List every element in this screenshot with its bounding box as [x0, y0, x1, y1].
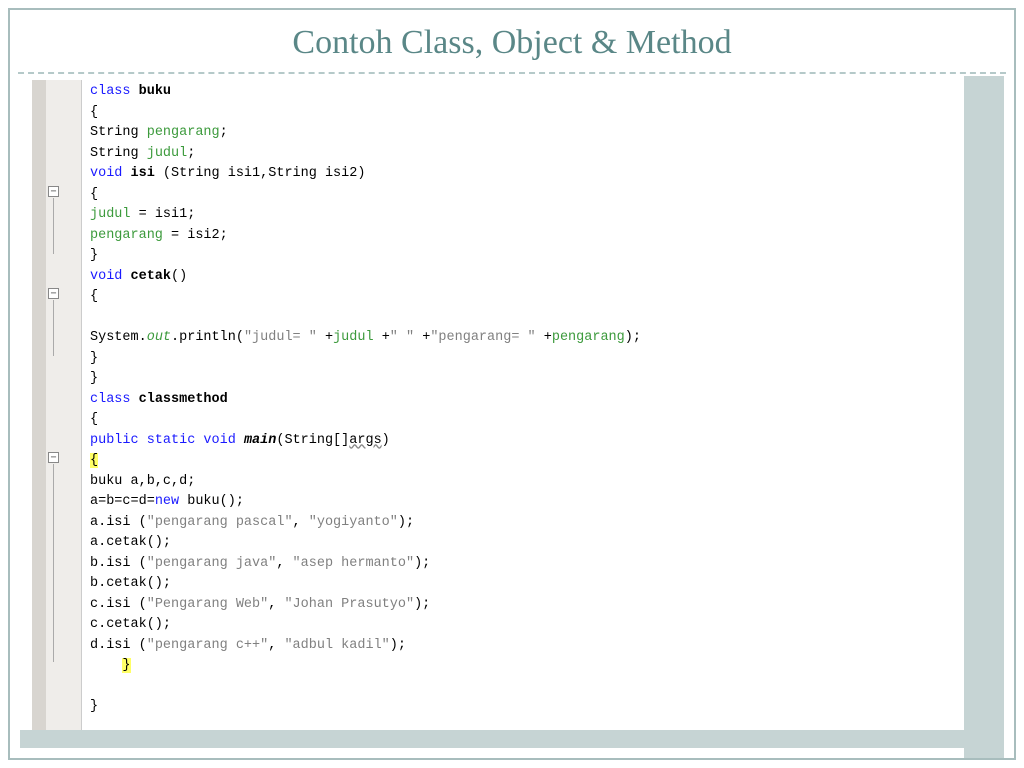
- fold-toggle[interactable]: −: [48, 186, 59, 197]
- fold-toggle[interactable]: −: [48, 288, 59, 299]
- accent-bottom: [20, 730, 964, 748]
- slide-title: Contoh Class, Object & Method: [10, 10, 1014, 70]
- content-area: − − − class buku { String pengarang; Str…: [10, 72, 1014, 730]
- code-area: class buku { String pengarang; String ju…: [82, 80, 976, 730]
- fold-toggle[interactable]: −: [48, 452, 59, 463]
- slide-frame: Contoh Class, Object & Method − − − clas…: [8, 8, 1016, 760]
- divider-top: [18, 72, 1006, 74]
- accent-right: [964, 76, 1004, 758]
- code-editor: − − − class buku { String pengarang; Str…: [32, 80, 976, 730]
- editor-gutter: − − −: [32, 80, 82, 730]
